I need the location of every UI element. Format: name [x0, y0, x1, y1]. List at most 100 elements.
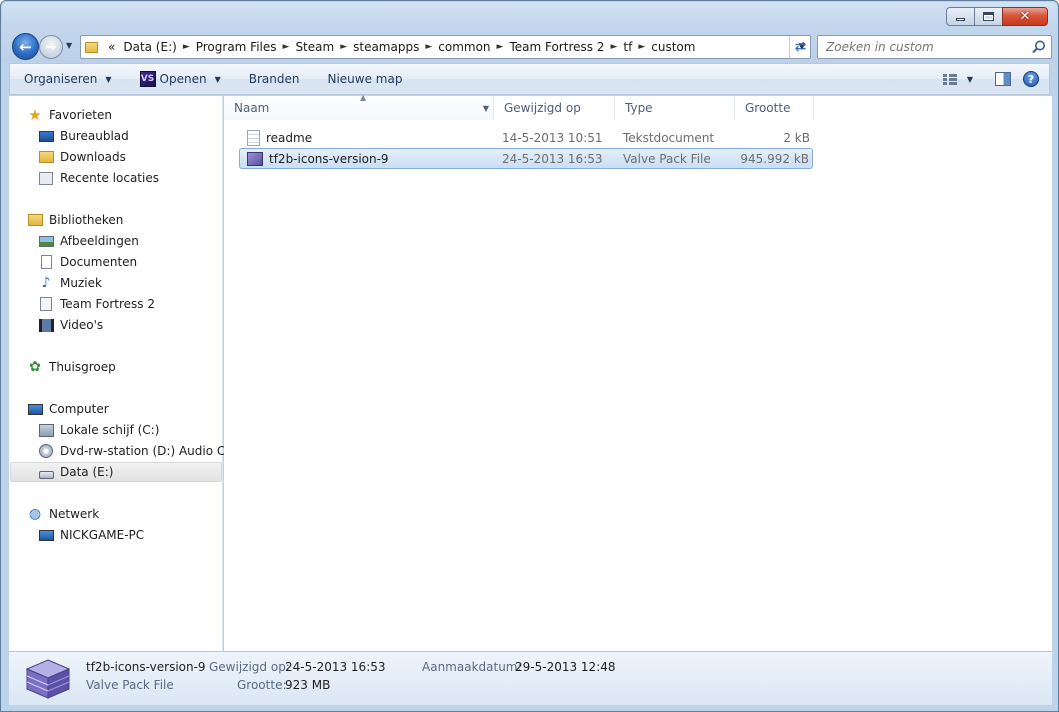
minimize-button[interactable]: [946, 7, 974, 26]
file-modified: 14-5-2013 10:51: [502, 130, 603, 145]
breadcrumb-data-e[interactable]: Data (E:): [119, 40, 180, 54]
search-icon[interactable]: [1031, 39, 1047, 55]
nav-item-label: Recente locaties: [60, 171, 159, 185]
breadcrumb-common[interactable]: common: [434, 40, 494, 54]
breadcrumb-custom[interactable]: custom: [647, 40, 699, 54]
details-created-label: Aanmaakdatum:: [422, 660, 522, 674]
help-icon[interactable]: ?: [1023, 71, 1039, 87]
window-caption-buttons: ✕: [946, 7, 1048, 26]
chevron-right-icon[interactable]: ►: [636, 42, 647, 52]
pictures-icon: [38, 233, 54, 249]
dvd-drive-icon: [38, 443, 54, 459]
nav-item-muziek[interactable]: ♪ Muziek: [38, 273, 102, 293]
burn-button[interactable]: Branden: [235, 64, 314, 94]
nav-item-label: Lokale schijf (C:): [60, 423, 160, 437]
close-button[interactable]: ✕: [1002, 7, 1048, 26]
desktop-icon: [38, 128, 54, 144]
history-dropdown-icon[interactable]: ▼: [66, 41, 72, 50]
file-name: tf2b-icons-version-9: [269, 151, 389, 166]
nav-item-local-disk-c[interactable]: Lokale schijf (C:): [38, 420, 159, 440]
breadcrumb-team-fortress-2[interactable]: Team Fortress 2: [505, 40, 608, 54]
view-controls: ▼ ?: [933, 64, 1049, 94]
forward-button[interactable]: →: [39, 35, 63, 59]
chevron-right-icon[interactable]: ►: [181, 42, 192, 52]
refresh-icon: ⇄: [794, 39, 807, 55]
chevron-right-icon[interactable]: ►: [608, 42, 619, 52]
maximize-button[interactable]: [974, 7, 1002, 26]
column-header-name[interactable]: ▲ Naam ▼: [224, 93, 494, 120]
refresh-button[interactable]: ⇄: [789, 36, 811, 58]
chevron-right-icon[interactable]: ►: [423, 42, 434, 52]
nav-network[interactable]: ◍ Netwerk: [27, 504, 99, 524]
file-list-pane: ▲ Naam ▼ Gewijzigd op Type Grootte readm…: [224, 93, 1052, 651]
nav-item-videos[interactable]: Video's: [38, 315, 103, 335]
file-row-readme[interactable]: readme 14-5-2013 10:51 Tekstdocument 2 k…: [239, 127, 813, 148]
organize-button[interactable]: Organiseren ▼: [10, 64, 126, 94]
details-view-icon: [942, 73, 957, 85]
nav-item-nickgame-pc[interactable]: NICKGAME-PC: [38, 525, 144, 545]
nav-item-dvd-drive-d[interactable]: Dvd-rw-station (D:) Audio CD: [38, 441, 234, 461]
nav-item-documenten[interactable]: Documenten: [38, 252, 137, 272]
homegroup-icon: ✿: [29, 359, 41, 375]
preview-pane-icon[interactable]: [995, 72, 1011, 86]
file-size: 945.992 kB: [740, 151, 809, 166]
column-header-modified[interactable]: Gewijzigd op: [494, 96, 615, 120]
nav-item-label: Downloads: [60, 150, 126, 164]
nav-item-data-e[interactable]: Data (E:): [10, 462, 222, 482]
nav-item-label: Documenten: [60, 255, 138, 269]
breadcrumb-overflow[interactable]: «: [104, 40, 119, 54]
nav-favorites[interactable]: ★ Favorieten: [27, 105, 112, 125]
folder-icon: [85, 41, 98, 53]
breadcrumb-steam[interactable]: Steam: [291, 40, 338, 54]
details-file-type: Valve Pack File: [86, 678, 174, 692]
recent-places-icon: [38, 170, 54, 186]
column-type-label: Type: [625, 101, 653, 115]
file-name-cell: readme: [247, 129, 312, 146]
vpk-file-large-icon: [25, 659, 71, 699]
music-icon: ♪: [41, 275, 51, 291]
search-input[interactable]: [818, 36, 1018, 58]
chevron-right-icon[interactable]: ►: [338, 42, 349, 52]
search-box: [817, 35, 1052, 59]
details-modified-value: 24-5-2013 16:53: [285, 660, 386, 674]
file-type: Tekstdocument: [623, 130, 715, 145]
chevron-down-icon[interactable]: ▼: [967, 75, 973, 84]
maximize-icon: [983, 12, 994, 21]
breadcrumb-steamapps[interactable]: steamapps: [349, 40, 423, 54]
nav-computer[interactable]: Computer: [27, 399, 109, 419]
nav-libraries[interactable]: Bibliotheken: [27, 210, 123, 230]
file-row-tf2b-icons[interactable]: tf2b-icons-version-9 24-5-2013 16:53 Val…: [239, 148, 813, 169]
back-button[interactable]: ←: [12, 33, 39, 60]
nav-item-recent-places[interactable]: Recente locaties: [38, 168, 159, 188]
chevron-down-icon[interactable]: ▼: [215, 75, 221, 84]
address-bar[interactable]: « Data (E:) ► Program Files ► Steam ► st…: [80, 35, 811, 59]
change-view-button[interactable]: ▼: [933, 64, 983, 94]
chevron-down-icon[interactable]: ▼: [483, 104, 489, 113]
explorer-window: ✕ ← → ▼ « Data (E:) ► Program Files ► St…: [0, 0, 1059, 712]
forward-arrow-icon: →: [45, 39, 57, 55]
chevron-right-icon[interactable]: ►: [281, 42, 292, 52]
chevron-right-icon[interactable]: ►: [495, 42, 506, 52]
file-size: 2 kB: [783, 130, 810, 145]
nav-item-label: Team Fortress 2: [60, 297, 155, 311]
open-button[interactable]: VS Openen ▼: [126, 64, 235, 94]
column-size-label: Grootte: [745, 101, 791, 115]
column-header-size[interactable]: Grootte: [735, 96, 814, 120]
nav-item-afbeeldingen[interactable]: Afbeeldingen: [38, 231, 139, 251]
column-header-type[interactable]: Type: [615, 96, 735, 120]
network-icon: ◍: [28, 506, 42, 522]
nav-item-bureaublad[interactable]: Bureaublad: [38, 126, 129, 146]
breadcrumb-program-files[interactable]: Program Files: [192, 40, 281, 54]
nav-computer-label: Computer: [49, 402, 109, 416]
breadcrumb-tf[interactable]: tf: [619, 40, 636, 54]
documents-icon: [38, 254, 54, 270]
open-label: Openen: [159, 72, 207, 86]
column-modified-label: Gewijzigd op: [504, 101, 581, 115]
nav-homegroup[interactable]: ✿ Thuisgroep: [27, 357, 116, 377]
column-headers: ▲ Naam ▼ Gewijzigd op Type Grootte: [224, 93, 824, 120]
nav-item-downloads[interactable]: Downloads: [38, 147, 126, 167]
new-folder-button[interactable]: Nieuwe map: [313, 64, 416, 94]
nav-libraries-label: Bibliotheken: [49, 213, 124, 227]
nav-item-team-fortress-2[interactable]: Team Fortress 2: [38, 294, 155, 314]
file-modified: 24-5-2013 16:53: [502, 151, 603, 166]
